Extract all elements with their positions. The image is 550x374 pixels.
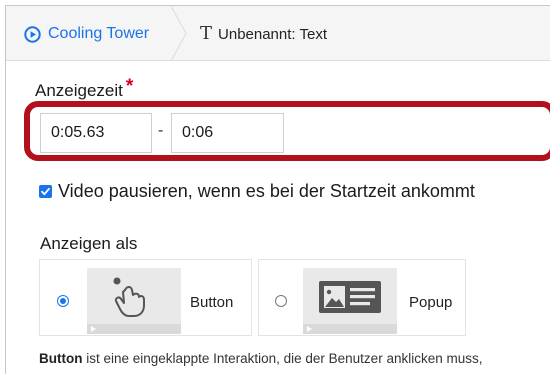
tap-gesture-icon [113, 277, 145, 317]
option-button-label: Button [190, 294, 234, 311]
breadcrumb-item-text: T Unbenannt: Text [200, 24, 327, 44]
pause-video-label: Video pausieren, wenn es bei der Startze… [58, 181, 475, 201]
description-bold-term: Button [39, 351, 83, 366]
display-option-popup[interactable]: Popup [258, 259, 466, 336]
display-time-label-text: Anzeigezeit [35, 81, 123, 100]
description-text: ist eine eingeklappte Interaktion, die d… [86, 351, 483, 366]
pause-video-checkbox[interactable] [39, 185, 52, 198]
start-time-input[interactable] [40, 113, 152, 153]
display-description: Button ist eine eingeklappte Interaktion… [39, 351, 482, 366]
time-range-separator: - [158, 122, 164, 139]
display-option-button[interactable]: Button [39, 259, 252, 336]
breadcrumb-item-video[interactable]: Cooling Tower [24, 24, 149, 44]
breadcrumb-separator [170, 6, 187, 61]
end-time-input[interactable] [171, 113, 284, 153]
option-popup-label: Popup [409, 294, 453, 311]
thumbnail-play-icon [91, 326, 96, 332]
breadcrumb-video-label: Cooling Tower [48, 25, 150, 42]
radio-button-option[interactable] [57, 295, 69, 307]
required-asterisk: * [125, 76, 134, 97]
breadcrumb-text-label: Unbenannt: Text [218, 25, 327, 43]
thumbnail-video-bar [87, 324, 181, 334]
button-preview-thumbnail [87, 268, 181, 334]
thumbnail-video-bar [303, 324, 397, 334]
pause-video-checkbox-row[interactable]: Video pausieren, wenn es bei der Startze… [39, 181, 475, 202]
radio-popup-option[interactable] [275, 295, 287, 307]
breadcrumb: Cooling Tower T Unbenannt: Text [6, 6, 550, 61]
display-time-label: Anzeigezeit * [35, 76, 133, 102]
popup-card-icon [319, 281, 381, 313]
display-as-label: Anzeigen als [40, 234, 138, 253]
popup-preview-thumbnail [303, 268, 397, 334]
thumbnail-play-icon [307, 326, 312, 332]
text-t-icon: T [200, 23, 213, 44]
play-circle-icon [24, 25, 41, 43]
